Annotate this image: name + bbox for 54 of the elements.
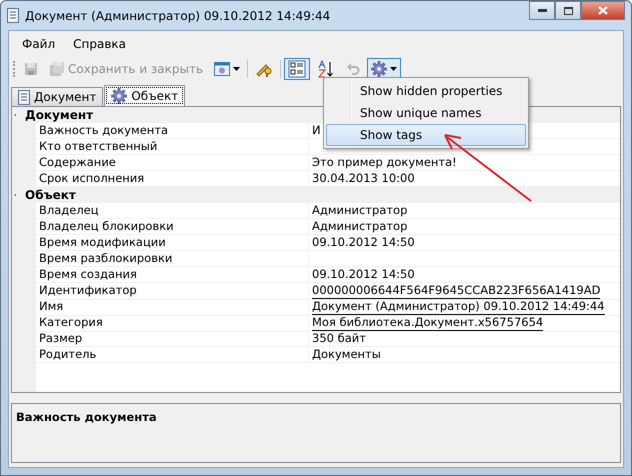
property-value[interactable]: 000000006644F564F9645CCAB223F656A1419AD (312, 283, 600, 299)
menu-item[interactable]: Справка (66, 35, 134, 53)
property-value[interactable]: Моя библиотека.Документ.x56757654 (312, 315, 544, 331)
property-name[interactable]: Родитель (36, 347, 309, 363)
property-value[interactable]: Это пример документа! (312, 155, 457, 170)
property-name[interactable]: Время модификации (36, 235, 309, 251)
property-value[interactable]: 350 байт (312, 331, 366, 346)
caret-icon (390, 67, 398, 71)
property-name[interactable]: Владелец (36, 203, 309, 219)
property-name[interactable]: Имя (36, 299, 309, 316)
floppy-icon (24, 62, 38, 76)
caret-icon (233, 67, 240, 71)
sort-icon (317, 60, 336, 78)
tab[interactable]: Документ (11, 87, 104, 106)
property-value[interactable]: Администратор (312, 219, 408, 234)
maximize-button[interactable] (555, 1, 581, 20)
document-icon (18, 90, 30, 104)
property-name[interactable]: Содержание (36, 155, 309, 171)
property-name[interactable]: Категория (36, 315, 309, 332)
property-value[interactable]: Документ (Администратор) 09.10.2012 14:49:44 (312, 299, 605, 315)
menu-item[interactable]: Show tags (326, 124, 526, 146)
property-name[interactable]: Время разблокировки (36, 251, 309, 267)
minimize-icon (538, 9, 546, 12)
property-name[interactable]: Идентификатор (36, 283, 309, 300)
tab[interactable]: Объект (104, 85, 186, 106)
category-title: Документ (25, 108, 94, 122)
property-value[interactable]: И (312, 123, 321, 138)
menu-item[interactable]: Show unique names (326, 102, 526, 124)
property-value[interactable]: 30.04.2013 10:00 (312, 171, 415, 186)
property-value[interactable]: Администратор (312, 203, 408, 218)
property-name[interactable]: Время создания (36, 267, 309, 283)
window-title: Документ (Администратор) 09.10.2012 14:49:44 (25, 8, 330, 22)
close-icon (598, 6, 608, 15)
property-value[interactable]: 09.10.2012 14:50 (312, 235, 415, 250)
window-icon (214, 62, 230, 76)
maximize-icon (564, 6, 572, 14)
menu-item[interactable]: Show hidden properties (326, 80, 526, 102)
document-icon (7, 8, 19, 23)
property-value[interactable]: Документы (312, 347, 381, 362)
property-name[interactable]: Кто ответственный (36, 139, 309, 155)
property-name[interactable]: Размер (36, 331, 309, 347)
gear-icon (111, 88, 128, 104)
property-name[interactable]: Важность документа (36, 123, 309, 139)
close-button[interactable] (581, 1, 625, 20)
undo-icon (346, 62, 360, 76)
description-title: Важность документа (16, 410, 157, 424)
floppy-icon (49, 62, 65, 76)
minimize-button[interactable] (529, 1, 555, 20)
category-title: Объект (25, 188, 76, 202)
property-name[interactable]: Владелец блокировки (36, 219, 309, 235)
categorized-icon (288, 60, 306, 78)
property-value[interactable]: 09.10.2012 14:50 (312, 267, 415, 282)
menu-item[interactable]: Файл (15, 35, 62, 53)
toolbar-button[interactable] (284, 58, 310, 80)
